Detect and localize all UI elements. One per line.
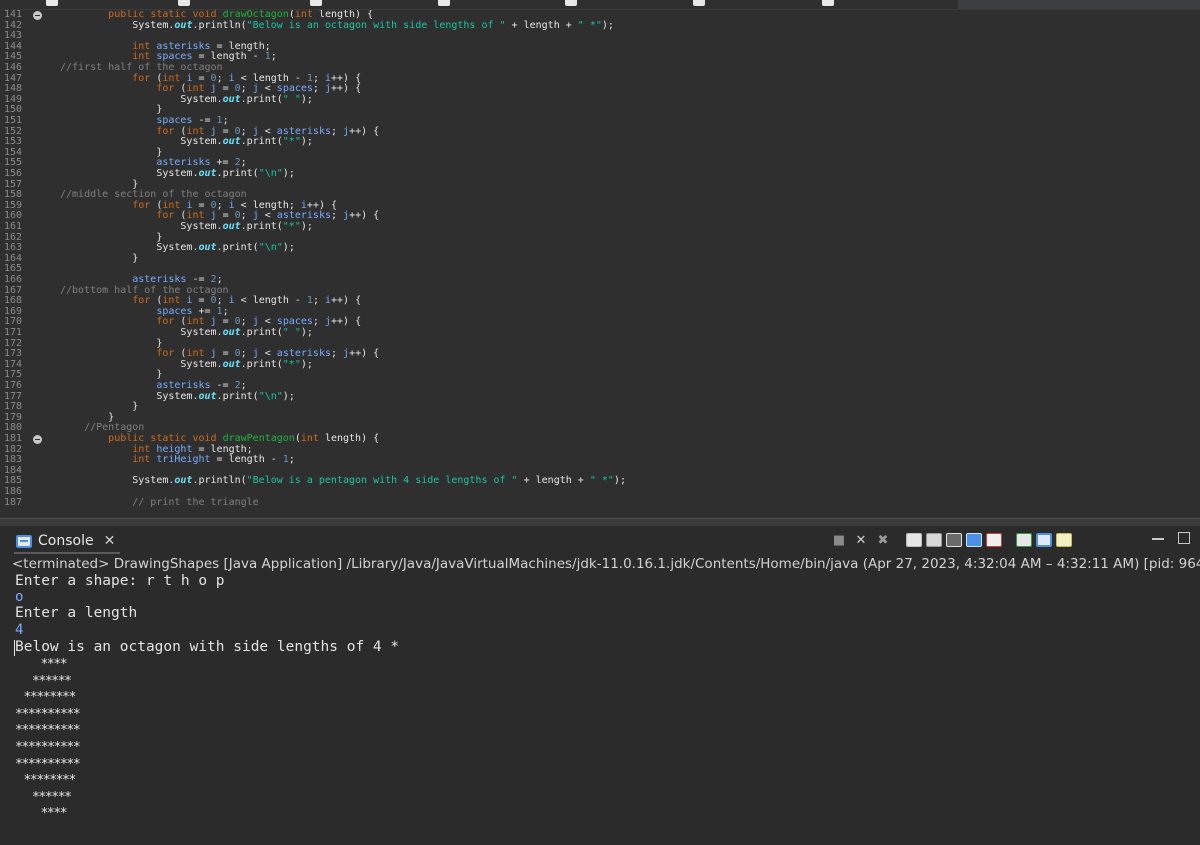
fold-toggle-icon[interactable] (33, 11, 42, 20)
terminate-button[interactable]: ■ (830, 531, 848, 549)
code-line[interactable]: 187 // print the triangle (0, 496, 1200, 509)
remove-launch-button[interactable]: ✕ (852, 531, 870, 549)
pin-console-icon[interactable] (1016, 533, 1032, 547)
code-line[interactable]: 164 } (0, 252, 1200, 265)
code-line[interactable]: 171 System.out.print(" "); (0, 327, 1200, 339)
active-editor-tab[interactable] (958, 0, 1200, 9)
code-text: System.out.print(" "); (60, 327, 313, 338)
show-on-error-icon[interactable] (986, 533, 1002, 547)
octagon-row: ******** (23, 773, 77, 789)
octagon-row: **** (40, 657, 68, 672)
minimize-icon[interactable] (1152, 538, 1164, 540)
code-line[interactable]: 177 System.out.print("\n"); (0, 391, 1200, 403)
code-line[interactable]: 156 System.out.print("\n"); (0, 168, 1200, 180)
line-number: 161 (4, 221, 23, 232)
panel-divider[interactable] (0, 518, 1200, 526)
code-line[interactable]: 163 System.out.print("\n"); (0, 242, 1200, 254)
line-number: 156 (4, 168, 23, 179)
console-output[interactable]: <terminated> DrawingShapes [Java Applica… (0, 554, 1200, 845)
code-line[interactable]: 151 spaces -= 1; (0, 115, 1200, 127)
line-number: 171 (4, 327, 23, 338)
line-number: 186 (4, 486, 23, 497)
code-line[interactable]: 174 System.out.print("*"); (0, 359, 1200, 371)
line-number: 146 (4, 62, 23, 73)
tab-marker[interactable] (46, 0, 58, 6)
octagon-row: ********** (15, 706, 81, 722)
code-text: System.out.print("\n"); (60, 168, 295, 179)
fold-toggle-icon[interactable] (33, 435, 42, 444)
console-input-line: 4 (15, 622, 24, 638)
text-cursor (14, 640, 15, 656)
show-on-output-icon[interactable] (966, 533, 982, 547)
code-text: asterisks -= 2; (156, 380, 247, 391)
console-toolbar: ■ ✕ ✖ (830, 530, 1072, 550)
line-number: 187 (4, 496, 23, 508)
tab-marker[interactable] (438, 0, 450, 6)
console-tab-label: Console (38, 533, 94, 549)
code-line[interactable]: 153 System.out.print("*"); (0, 136, 1200, 148)
console-tab[interactable]: Console ✕ (16, 530, 115, 552)
display-selected-console-icon[interactable] (1036, 533, 1052, 547)
code-line[interactable]: 179 } (0, 412, 1200, 424)
code-text: System.out.println("Below is a pentagon … (60, 475, 626, 487)
line-number: 166 (4, 274, 23, 285)
clear-console-icon[interactable] (906, 533, 922, 547)
code-line[interactable]: 176 asterisks -= 2; (0, 380, 1200, 392)
line-number: 151 (4, 115, 23, 126)
console-icon (16, 534, 32, 548)
console-output-line: Below is an octagon with side lengths of… (15, 639, 400, 655)
console-output-line: Enter a length (15, 605, 138, 621)
tab-marker[interactable] (693, 0, 705, 6)
tab-marker[interactable] (822, 0, 834, 6)
open-console-icon[interactable] (1056, 533, 1072, 547)
code-text: System.out.println("Below is an octagon … (60, 19, 614, 31)
editor-tab-strip (0, 0, 1200, 10)
scroll-lock-icon[interactable] (926, 533, 942, 547)
code-line[interactable]: 178 } (0, 402, 1200, 413)
tab-marker[interactable] (565, 0, 577, 6)
console-input-line: o (15, 589, 24, 605)
line-number: 176 (4, 380, 23, 391)
terminated-status: <terminated> DrawingShapes [Java Applica… (12, 556, 1200, 572)
console-output-line: Enter a shape: r t h o p (15, 573, 225, 589)
octagon-row: ********** (15, 723, 81, 739)
octagon-row: **** (40, 806, 68, 822)
code-text: public static void drawPentagon(int leng… (108, 433, 380, 444)
code-line[interactable]: 185 System.out.println("Below is a penta… (0, 476, 1200, 487)
code-text: } (60, 252, 139, 264)
word-wrap-icon[interactable] (946, 533, 962, 547)
octagon-row: ****** (32, 789, 72, 805)
code-line[interactable]: 142 System.out.println("Below is an octa… (0, 19, 1200, 32)
code-text: // print the triangle (132, 496, 259, 508)
maximize-icon[interactable] (1178, 532, 1190, 544)
octagon-row: ********** (15, 740, 81, 755)
code-text: System.out.print("*"); (60, 221, 313, 232)
octagon-row: ********** (15, 756, 81, 772)
code-line[interactable]: 161 System.out.print("*"); (0, 221, 1200, 233)
code-line[interactable]: 149 System.out.print(" "); (0, 94, 1200, 106)
octagon-row: ****** (32, 673, 72, 689)
octagon-row: ******** (23, 690, 77, 706)
remove-all-terminated-button[interactable]: ✖ (874, 531, 892, 549)
code-editor[interactable]: 141 public static void drawOctagon(int l… (0, 10, 1200, 518)
tab-marker[interactable] (178, 0, 190, 6)
tab-marker[interactable] (310, 0, 322, 6)
code-text: int triHeight = length - 1; (132, 454, 295, 466)
close-icon[interactable]: ✕ (104, 533, 116, 549)
code-line[interactable]: 183 int triHeight = length - 1; (0, 454, 1200, 466)
